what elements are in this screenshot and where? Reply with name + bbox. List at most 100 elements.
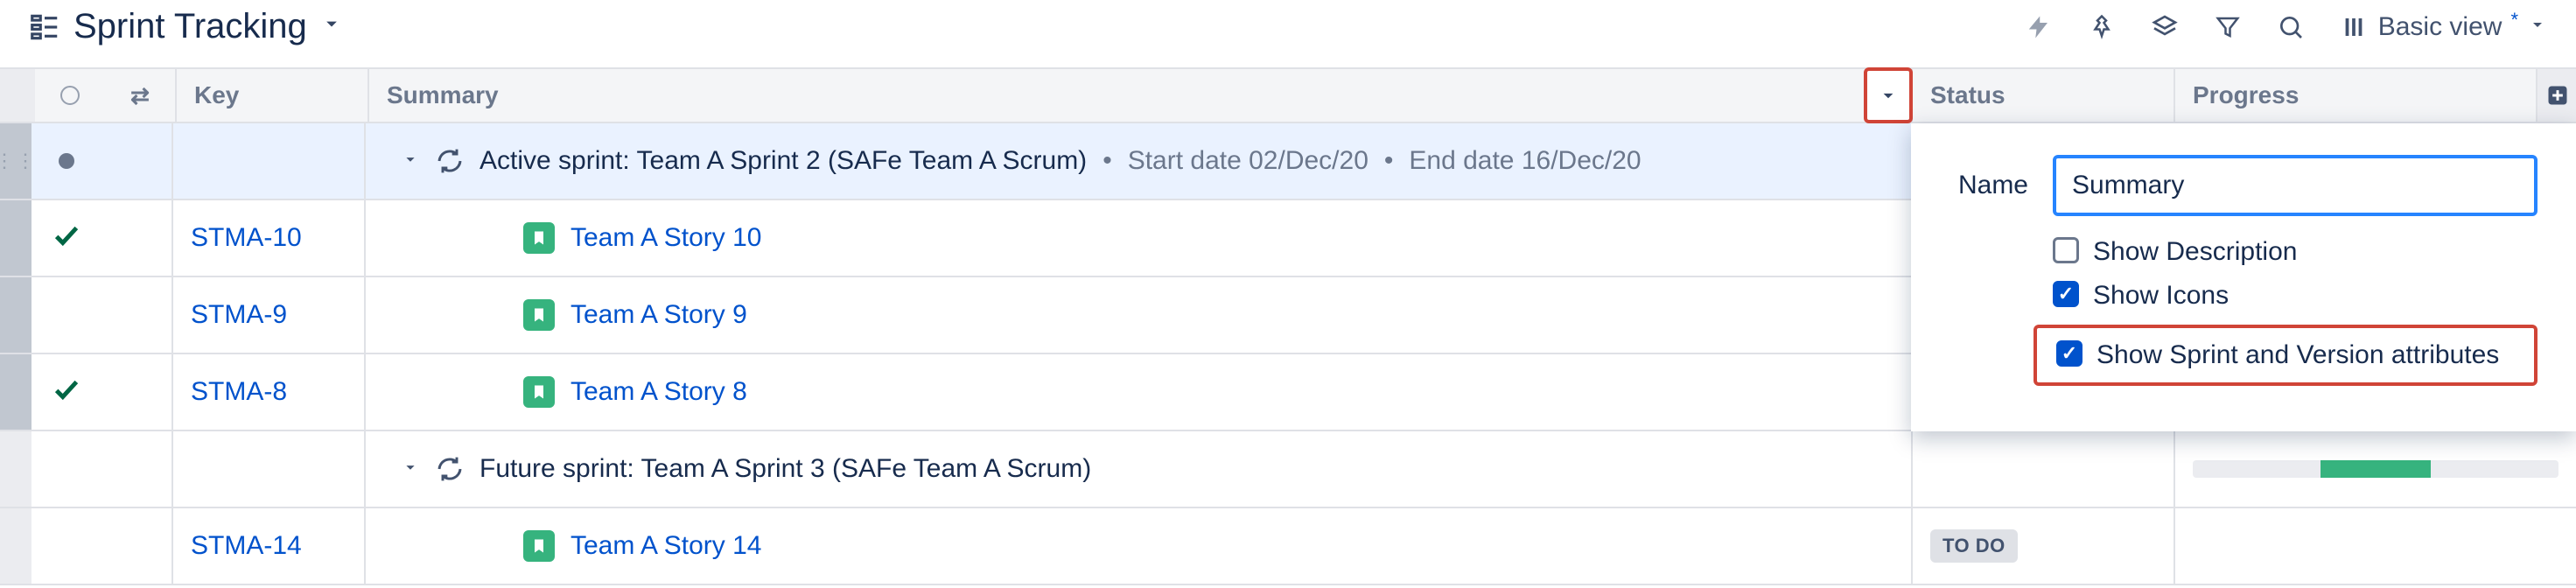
progress-bar xyxy=(2193,460,2558,478)
popover-name-label: Name xyxy=(1950,171,2028,200)
cell-key xyxy=(172,123,364,199)
column-key[interactable]: Key xyxy=(175,69,368,122)
cell-done xyxy=(32,200,102,276)
cell-summary: Active sprint: Team A Sprint 2 (SAFe Tea… xyxy=(364,123,1911,199)
issue-key-link[interactable]: STMA-9 xyxy=(191,300,287,330)
cell-links xyxy=(102,354,172,430)
automation-icon[interactable] xyxy=(2023,11,2054,43)
cell-key xyxy=(172,431,364,507)
sprint-icon xyxy=(436,147,464,175)
layers-icon[interactable] xyxy=(2149,11,2180,43)
row-drag-handle[interactable] xyxy=(0,508,32,584)
collapse-toggle[interactable] xyxy=(401,147,420,175)
columns-icon xyxy=(2338,11,2370,43)
column-settings-popover: Name Show Description Show Icons Show Sp… xyxy=(1911,123,2576,431)
column-links[interactable]: ⇄ xyxy=(105,69,175,122)
check-icon xyxy=(52,220,81,256)
popover-name-row: Name xyxy=(1950,155,2538,216)
check-icon xyxy=(52,374,81,410)
cell-key: STMA-8 xyxy=(172,354,364,430)
page-title-group[interactable]: Sprint Tracking xyxy=(28,7,344,46)
column-summary[interactable]: Summary xyxy=(368,69,1911,122)
search-icon[interactable] xyxy=(2275,11,2306,43)
filter-icon[interactable] xyxy=(2212,11,2244,43)
chevron-down-icon xyxy=(319,11,344,42)
issue-key-link[interactable]: STMA-10 xyxy=(191,223,302,253)
sprint-bullet: • xyxy=(1384,146,1394,176)
option-label: Show Icons xyxy=(2093,281,2229,311)
row-drag-handle[interactable] xyxy=(0,277,32,353)
cell-done xyxy=(32,123,102,199)
issue-summary-link[interactable]: Team A Story 9 xyxy=(570,300,747,330)
cell-summary: Team A Story 10 xyxy=(364,200,1911,276)
pin-icon[interactable] xyxy=(2086,11,2118,43)
cell-status xyxy=(1911,431,2174,507)
column-progress[interactable]: Progress xyxy=(2174,69,2576,122)
cell-status[interactable]: TO DO xyxy=(1911,508,2174,584)
show-sprint-attrs-option[interactable]: Show Sprint and Version attributes xyxy=(2034,325,2538,386)
show-description-option[interactable]: Show Description xyxy=(1950,237,2538,267)
cell-key: STMA-9 xyxy=(172,277,364,353)
sprint-label: Future sprint: Team A Sprint 3 (SAFe Tea… xyxy=(480,454,1091,484)
toolbar: Basic view* xyxy=(2023,11,2548,43)
cell-done xyxy=(32,508,102,584)
cell-done xyxy=(32,431,102,507)
cell-summary: Team A Story 14 xyxy=(364,508,1911,584)
cell-links xyxy=(102,123,172,199)
row-drag-handle[interactable]: ⋮⋮ xyxy=(0,123,32,199)
column-summary-menu-trigger[interactable] xyxy=(1864,67,1913,123)
story-icon xyxy=(523,376,555,408)
add-column-button[interactable] xyxy=(2536,69,2576,122)
circle-icon xyxy=(60,86,80,105)
sprint-start-date: Start date 02/Dec/20 xyxy=(1128,146,1368,176)
story-icon xyxy=(523,222,555,254)
issue-summary-link[interactable]: Team A Story 10 xyxy=(570,223,761,253)
cell-links xyxy=(102,431,172,507)
column-progress-label: Progress xyxy=(2193,81,2299,109)
issue-summary-link[interactable]: Team A Story 14 xyxy=(570,531,761,561)
cell-links xyxy=(102,200,172,276)
top-bar: Sprint Tracking xyxy=(0,0,2576,67)
row-drag-handle[interactable] xyxy=(0,354,32,430)
checkbox[interactable] xyxy=(2056,340,2082,367)
row-drag-handle[interactable] xyxy=(0,200,32,276)
row-drag-handle[interactable] xyxy=(0,431,32,507)
sprint-end-date: End date 16/Dec/20 xyxy=(1409,146,1641,176)
sprint-bullet: • xyxy=(1102,146,1112,176)
story-icon xyxy=(523,530,555,562)
sprint-label: Active sprint: Team A Sprint 2 (SAFe Tea… xyxy=(480,146,1087,176)
issue-key-link[interactable]: STMA-14 xyxy=(191,531,302,561)
structure-icon xyxy=(28,10,61,44)
column-status-label: Status xyxy=(1930,81,2006,109)
sprint-icon xyxy=(436,455,464,483)
cell-progress xyxy=(2174,508,2576,584)
option-label: Show Sprint and Version attributes xyxy=(2096,340,2499,370)
issue-key-link[interactable]: STMA-8 xyxy=(191,377,287,407)
drag-dots-icon: ⋮⋮ xyxy=(0,150,37,172)
chevron-down-icon xyxy=(2527,12,2548,42)
show-icons-option[interactable]: Show Icons xyxy=(1950,281,2538,311)
grid-body: ⋮⋮ Active sprint: Team A Sprint 2 (SAFe … xyxy=(0,123,2576,585)
checkbox[interactable] xyxy=(2053,281,2079,307)
column-key-label: Key xyxy=(194,81,239,109)
column-done[interactable] xyxy=(35,69,105,122)
bullet-icon xyxy=(59,153,74,169)
cell-key: STMA-10 xyxy=(172,200,364,276)
sprint-group-row[interactable]: Future sprint: Team A Sprint 3 (SAFe Tea… xyxy=(0,431,2576,508)
column-status[interactable]: Status xyxy=(1911,69,2174,122)
column-name-input[interactable] xyxy=(2053,155,2538,216)
column-drag-handle xyxy=(0,69,35,122)
issue-summary-link[interactable]: Team A Story 8 xyxy=(570,377,747,407)
cell-summary: Team A Story 8 xyxy=(364,354,1911,430)
cell-progress xyxy=(2174,431,2576,507)
page-title: Sprint Tracking xyxy=(74,7,307,46)
cell-summary: Team A Story 9 xyxy=(364,277,1911,353)
collapse-toggle[interactable] xyxy=(401,455,420,483)
checkbox[interactable] xyxy=(2053,237,2079,263)
cell-links xyxy=(102,277,172,353)
cell-links xyxy=(102,508,172,584)
table-row[interactable]: STMA-14 Team A Story 14 TO DO xyxy=(0,508,2576,585)
cell-summary: Future sprint: Team A Sprint 3 (SAFe Tea… xyxy=(364,431,1911,507)
grid-header: ⇄ Key Summary Status Progress xyxy=(0,67,2576,123)
view-switcher[interactable]: Basic view* xyxy=(2338,11,2548,43)
